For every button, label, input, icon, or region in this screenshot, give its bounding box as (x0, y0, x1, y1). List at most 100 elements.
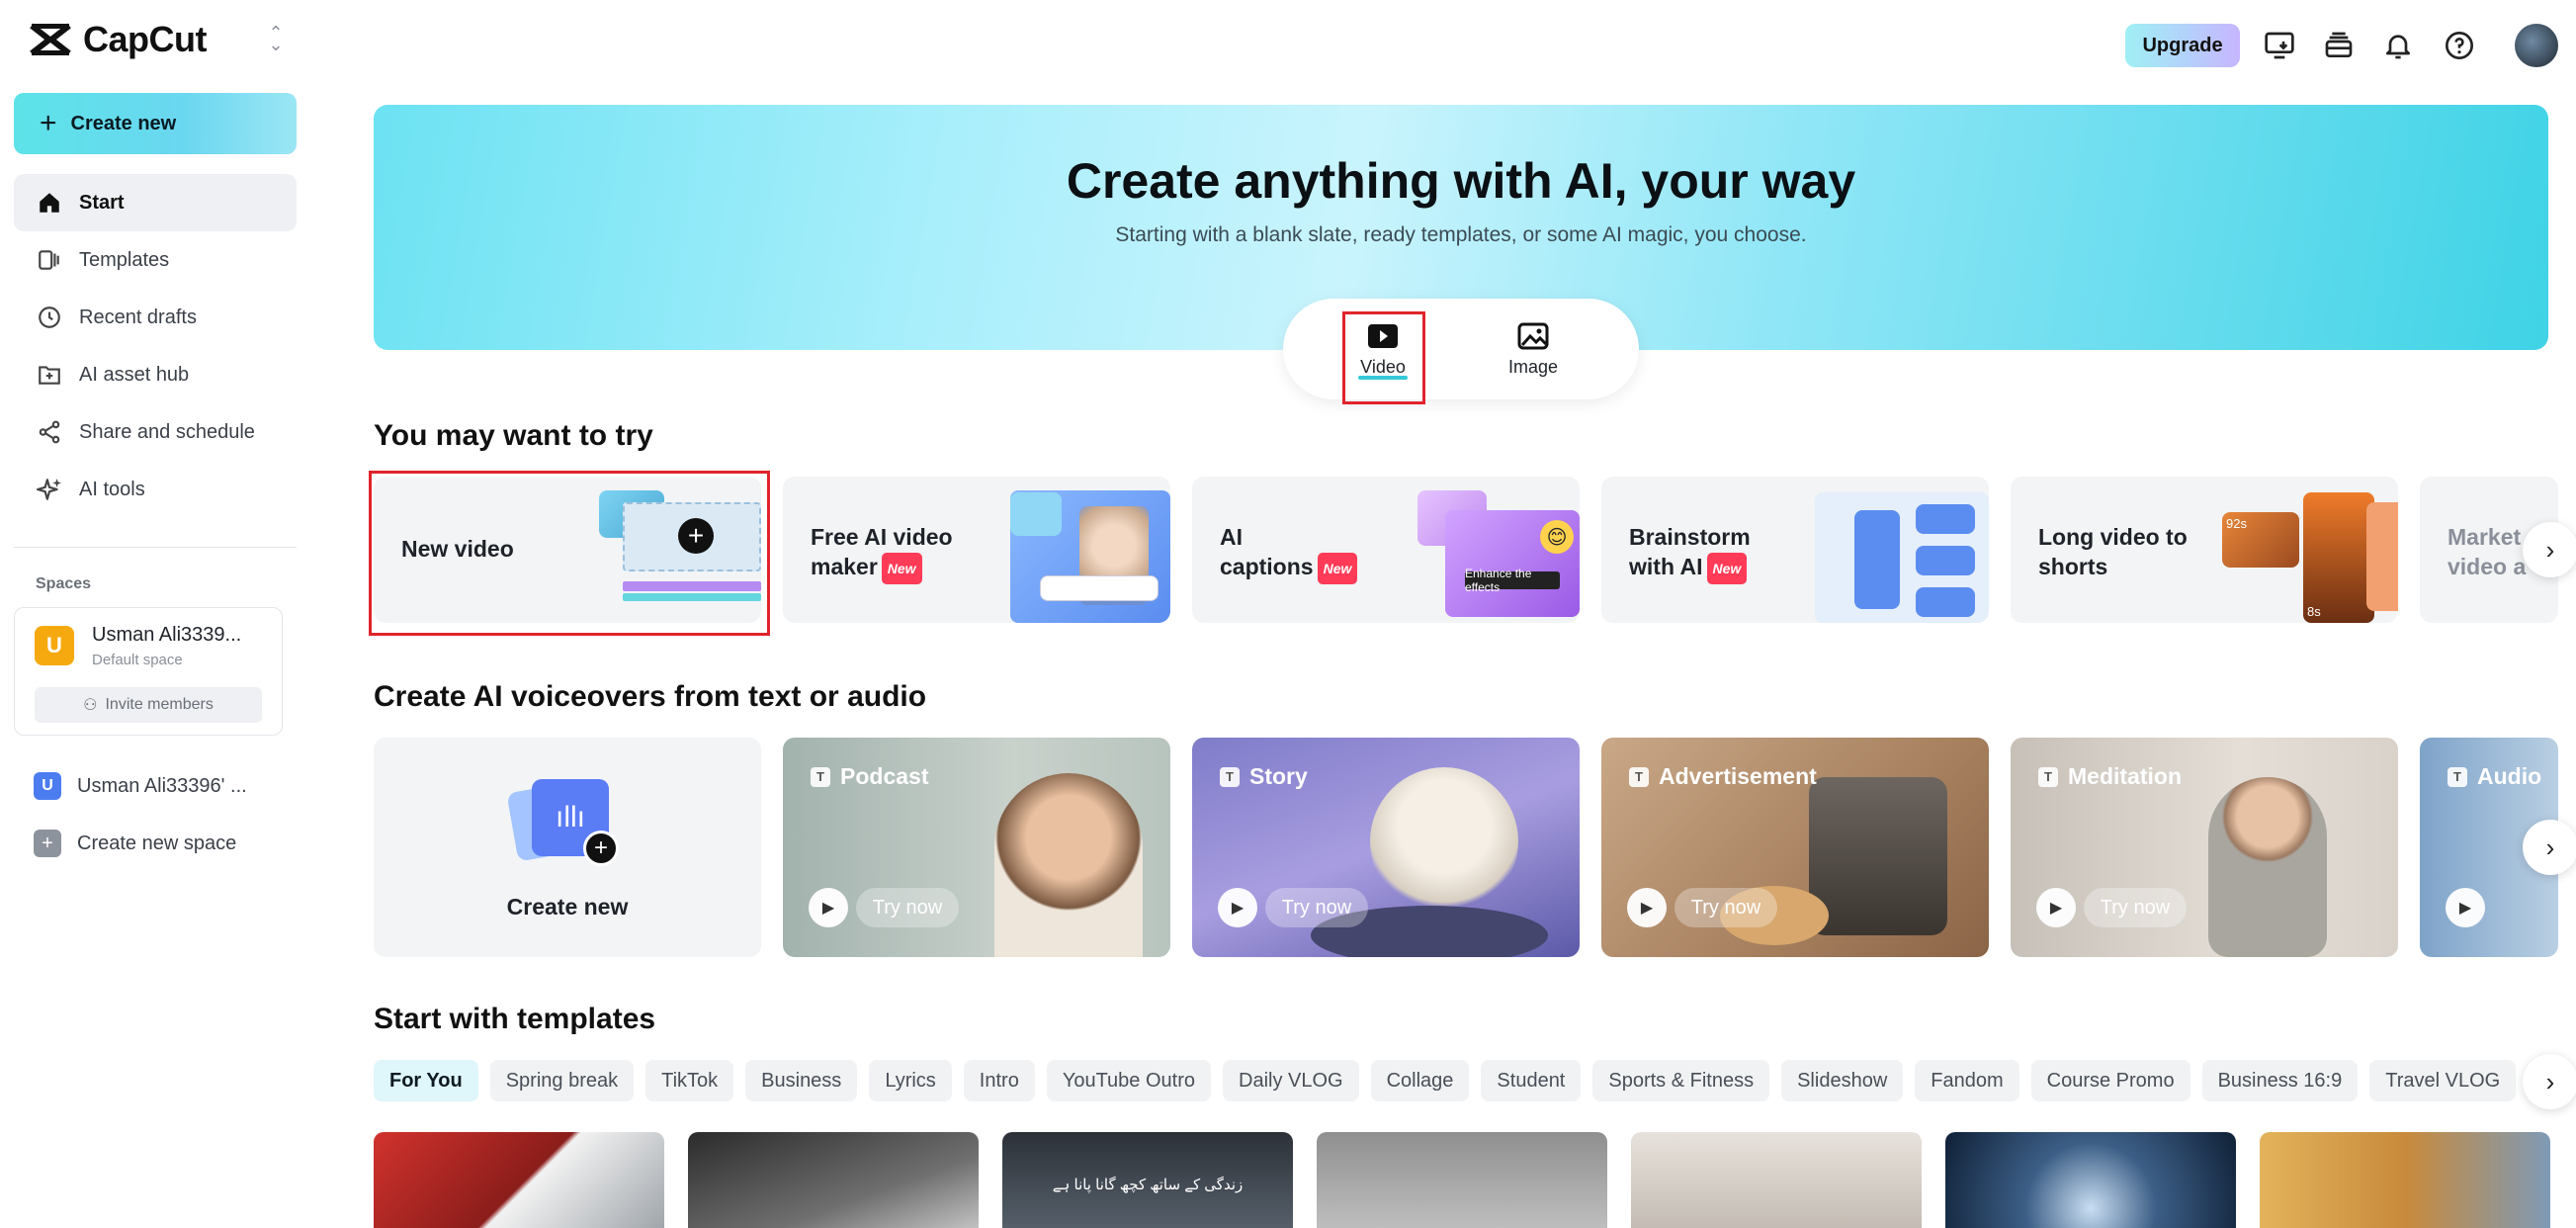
mode-label: Video (1360, 356, 1406, 377)
chip-for-you[interactable]: For You (374, 1060, 478, 1101)
space-item-label: Usman Ali33396' ... (77, 774, 247, 797)
sidebar-item-share-and-schedule[interactable]: Share and schedule (14, 403, 297, 461)
chip-business-16-9[interactable]: Business 16:9 (2201, 1060, 2359, 1101)
sidebar-item-label: Start (79, 191, 125, 214)
voice-card-title: Advertisement (1659, 763, 1817, 789)
try-now-button[interactable]: Try now (2084, 888, 2187, 927)
template-thumbnail[interactable] (1317, 1132, 1607, 1228)
play-icon[interactable]: ▶ (2446, 888, 2485, 927)
chip-youtube-outro[interactable]: YouTube Outro (1046, 1060, 1211, 1101)
mode-image-tab[interactable]: Image (1493, 312, 1574, 386)
monitor-download-icon[interactable] (2262, 28, 2297, 63)
layers-icon[interactable] (2321, 28, 2357, 63)
chip-sports-fitness[interactable]: Sports & Fitness (1592, 1060, 1770, 1101)
try-card-brainstorm-with-ai[interactable]: Brainstorm with AI New (1601, 477, 1989, 623)
duration-label: 8s (2307, 604, 2321, 619)
plus-circle-icon: + (583, 831, 619, 866)
voice-card-meditation[interactable]: T Meditation ▶ Try now (2011, 738, 2398, 957)
prompt-box (1040, 575, 1159, 601)
space-item-other[interactable]: U Usman Ali33396' ... (34, 769, 247, 803)
voice-card-story[interactable]: T Story ▶ Try now (1192, 738, 1580, 957)
meditating-woman-image (2208, 777, 2327, 957)
chip-intro[interactable]: Intro (963, 1060, 1035, 1101)
play-icon[interactable]: ▶ (1218, 888, 1257, 927)
template-urdu-text: زندگی کے ساتھ کچھ گانا پانا ہے (1052, 1177, 1244, 1193)
chip-business[interactable]: Business (745, 1060, 858, 1101)
play-icon[interactable]: ▶ (809, 888, 848, 927)
template-thumbnail[interactable] (1945, 1132, 2236, 1228)
emoji-icon: 😊 (1540, 520, 1574, 554)
template-thumbnail[interactable] (2260, 1132, 2550, 1228)
upgrade-button[interactable]: Upgrade (2125, 24, 2240, 67)
template-thumbnail[interactable]: زندگی کے ساتھ کچھ گانا پانا ہے (1002, 1132, 1293, 1228)
sidebar-item-recent-drafts[interactable]: Recent drafts (14, 289, 297, 346)
create-new-space-button[interactable]: + Create new space (34, 827, 236, 860)
sidebar-nav: Start Templates Recent drafts AI asset h… (14, 174, 297, 518)
try-card-line2: maker (811, 554, 878, 579)
play-icon[interactable]: ▶ (1627, 888, 1667, 927)
try-next-arrow-button[interactable]: › (2523, 522, 2576, 577)
play-icon[interactable]: ▶ (2036, 888, 2076, 927)
new-badge: New (1706, 552, 1748, 584)
try-card-long-video-to-shorts[interactable]: Long video to shorts 92s 8s (2011, 477, 2398, 623)
try-card-line2: shorts (2038, 554, 2108, 579)
chip-student[interactable]: Student (1481, 1060, 1582, 1101)
try-card-ai-captions[interactable]: AI captions New Enhance the effects 😊 (1192, 477, 1580, 623)
video-play-icon (1368, 323, 1398, 348)
text-icon: T (1629, 766, 1649, 787)
chip-travel-vlog[interactable]: Travel VLOG (2369, 1060, 2517, 1101)
capcut-logo[interactable]: CapCut (28, 18, 208, 61)
video-thumbnail-8s: 8s (2303, 492, 2374, 623)
text-icon: T (2447, 766, 2467, 787)
space-avatar: U (35, 626, 74, 665)
create-new-button[interactable]: + Create new (14, 93, 297, 154)
voice-card-advertisement[interactable]: T Advertisement ▶ Try now (1601, 738, 1989, 957)
sidebar-item-ai-tools[interactable]: AI tools (14, 461, 297, 518)
mindmap-node (1916, 546, 1975, 575)
try-card-label: Long video to shorts (2038, 522, 2188, 581)
plus-circle-icon: + (678, 518, 714, 554)
create-new-label: Create new (70, 112, 177, 134)
chip-collage[interactable]: Collage (1370, 1060, 1470, 1101)
chevron-right-icon: › (2545, 832, 2555, 862)
try-card-new-video[interactable]: New video + (374, 477, 761, 623)
voice-next-arrow-button[interactable]: › (2523, 820, 2576, 875)
sidebar-item-label: AI asset hub (79, 363, 190, 386)
chip-spring-break[interactable]: Spring break (489, 1060, 635, 1101)
chip-fandom[interactable]: Fandom (1915, 1060, 2019, 1101)
user-avatar[interactable] (2515, 24, 2558, 67)
try-now-button[interactable]: Try now (856, 888, 959, 927)
sidebar: CapCut ⌃⌄ + Create new Start Templates (0, 0, 312, 1228)
sparkle-icon (36, 476, 63, 503)
voice-create-label: Create new (506, 894, 629, 920)
sidebar-item-templates[interactable]: Templates (14, 231, 297, 289)
chip-tiktok[interactable]: TikTok (645, 1060, 734, 1101)
capcut-app: CapCut ⌃⌄ + Create new Start Templates (0, 0, 2576, 1228)
template-thumbnail[interactable] (374, 1132, 664, 1228)
template-thumbnail[interactable] (688, 1132, 979, 1228)
space-card[interactable]: U Usman Ali3339... Default space ⚇ Invit… (14, 607, 283, 736)
chip-daily-vlog[interactable]: Daily VLOG (1223, 1060, 1359, 1101)
help-icon[interactable] (2442, 28, 2477, 63)
chip-course-promo[interactable]: Course Promo (2030, 1060, 2190, 1101)
sidebar-item-ai-asset-hub[interactable]: AI asset hub (14, 346, 297, 403)
chip-slideshow[interactable]: Slideshow (1781, 1060, 1904, 1101)
bell-icon[interactable] (2380, 28, 2416, 63)
sidebar-collapse-icon[interactable]: ⌃ ⌄ (263, 24, 289, 53)
podcast-host-image (994, 773, 1143, 957)
chip-lyrics[interactable]: Lyrics (869, 1060, 952, 1101)
voice-create-new-card[interactable]: ıllı + Create new (374, 738, 761, 957)
try-card-free-ai-video-maker[interactable]: Free AI video maker New (783, 477, 1170, 623)
try-now-button[interactable]: Try now (1674, 888, 1777, 927)
sidebar-item-start[interactable]: Start (14, 174, 297, 231)
try-now-button[interactable]: Try now (1265, 888, 1368, 927)
template-category-chips: For You Spring break TikTok Business Lyrics I… (374, 1060, 2533, 1103)
template-thumbnail[interactable] (1631, 1132, 1922, 1228)
chevron-right-icon: › (2545, 534, 2555, 565)
mode-video-tab[interactable]: Video (1342, 312, 1423, 386)
voice-section-title: Create AI voiceovers from text or audio (374, 680, 927, 713)
chips-next-arrow-button[interactable]: › (2523, 1054, 2576, 1109)
invite-members-button[interactable]: ⚇ Invite members (35, 687, 262, 723)
voice-card-podcast[interactable]: T Podcast ▶ Try now (783, 738, 1170, 957)
image-icon (1517, 322, 1549, 349)
